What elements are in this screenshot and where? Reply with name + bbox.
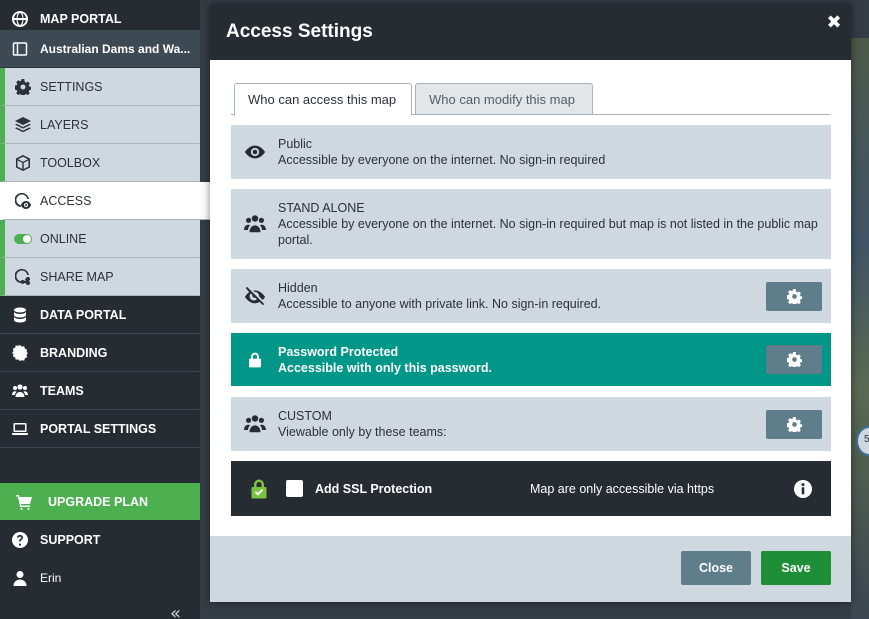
nav-access[interactable]: ACCESS — [0, 182, 212, 220]
custom-settings-button[interactable] — [766, 409, 822, 439]
access-option-standalone[interactable]: STAND ALONE Accessible by everyone on th… — [231, 189, 831, 259]
map-satellite-view[interactable] — [851, 38, 869, 619]
nav-label: SETTINGS — [40, 79, 103, 94]
access-option-custom[interactable]: CUSTOM Viewable only by these teams: — [231, 397, 831, 451]
option-title: STAND ALONE — [278, 201, 365, 215]
nav-settings[interactable]: SETTINGS — [0, 68, 200, 106]
nav-label: DATA PORTAL — [40, 307, 127, 322]
option-title: Password Protected — [278, 344, 399, 359]
upgrade-plan-button[interactable]: UPGRADE PLAN — [0, 483, 200, 520]
password-settings-button[interactable] — [766, 345, 822, 374]
gear-icon — [786, 352, 802, 367]
nav-label: LAYERS — [40, 117, 89, 132]
globe-eye-icon — [5, 192, 40, 209]
option-description: Accessible to anyone with private link. … — [278, 297, 602, 311]
database-icon — [0, 307, 40, 323]
user-name: Erin — [40, 571, 62, 585]
modal-header: Access Settings ✖ — [210, 4, 851, 60]
option-description: Accessible by everyone on the internet. … — [278, 217, 818, 247]
laptop-icon — [0, 421, 40, 437]
map-cluster-count: 5 — [864, 434, 869, 445]
option-description: Accessible by everyone on the internet. … — [278, 153, 606, 167]
close-icon[interactable]: ✖ — [825, 13, 843, 31]
users-icon — [231, 413, 278, 435]
nav-branding[interactable]: BRANDING — [0, 334, 200, 372]
option-title: CUSTOM — [278, 409, 332, 423]
cart-icon — [0, 494, 48, 510]
nav-label: TEAMS — [40, 383, 84, 398]
info-icon[interactable] — [793, 479, 813, 499]
nav-label: TOOLBOX — [40, 155, 101, 170]
gear-icon — [5, 78, 40, 95]
nav-label: SHARE MAP — [40, 269, 114, 284]
map-book-icon — [0, 41, 40, 57]
nav-label: SUPPORT — [40, 533, 101, 547]
tab-who-can-access[interactable]: Who can access this map — [234, 83, 412, 116]
toggle-on-icon — [5, 233, 40, 244]
option-title: Public — [278, 137, 313, 151]
access-option-public[interactable]: Public Accessible by everyone on the int… — [231, 125, 831, 179]
access-option-hidden[interactable]: Hidden Accessible to anyone with private… — [231, 269, 831, 323]
option-title: Hidden — [278, 281, 318, 295]
option-description: Viewable only by these teams: — [278, 425, 447, 439]
option-description: Accessible with only this password. — [278, 360, 492, 375]
nav-label: ONLINE — [40, 231, 87, 246]
globe-icon — [0, 10, 40, 27]
ssl-label: Add SSL Protection — [315, 481, 433, 496]
nav-layers[interactable]: LAYERS — [0, 106, 200, 144]
question-circle-icon — [0, 532, 40, 548]
nav-label: Australian Dams and Wa... — [40, 41, 191, 56]
tab-who-can-modify[interactable]: Who can modify this map — [415, 83, 593, 115]
lock-icon — [231, 351, 278, 369]
access-settings-modal: Access Settings ✖ Who can access this ma… — [210, 4, 851, 602]
gear-icon — [786, 416, 802, 432]
nav-label: ACCESS — [40, 193, 92, 208]
nav-share-map[interactable]: SHARE MAP — [0, 258, 200, 296]
cube-icon — [5, 154, 40, 171]
modal-footer: Close Save — [210, 536, 851, 602]
save-button[interactable]: Save — [761, 551, 831, 585]
nav-online[interactable]: ONLINE — [0, 220, 200, 258]
nav-support[interactable]: SUPPORT — [0, 521, 200, 559]
eye-icon — [231, 141, 278, 163]
users-icon — [0, 383, 40, 399]
gear-icon — [786, 288, 802, 304]
layers-icon — [5, 116, 40, 133]
nav-label: BRANDING — [40, 345, 108, 360]
nav-label: UPGRADE PLAN — [48, 494, 149, 509]
nav-label: PORTAL SETTINGS — [40, 421, 157, 436]
nav-toolbox[interactable]: TOOLBOX — [0, 144, 200, 182]
ssl-checkbox[interactable] — [286, 480, 303, 497]
nav-current-map[interactable]: Australian Dams and Wa... — [0, 30, 200, 68]
eye-slash-icon — [231, 285, 278, 307]
ssl-description: Map are only accessible via https — [530, 481, 715, 496]
close-button[interactable]: Close — [681, 551, 751, 585]
users-icon — [231, 213, 278, 235]
modal-title: Access Settings — [226, 21, 373, 42]
badge-icon — [0, 344, 40, 361]
user-icon — [0, 570, 40, 586]
ssl-lock-icon — [231, 479, 286, 499]
nav-portal-settings[interactable]: PORTAL SETTINGS — [0, 410, 200, 448]
tab-bar: Who can access this map Who can modify t… — [231, 83, 830, 116]
ssl-protection-bar: Add SSL Protection Map are only accessib… — [231, 461, 831, 516]
hidden-settings-button[interactable] — [766, 281, 822, 311]
access-option-password-protected[interactable]: Password Protected Accessible with only … — [231, 333, 831, 386]
nav-teams[interactable]: TEAMS — [0, 372, 200, 410]
globe-share-icon — [5, 268, 40, 285]
nav-label: MAP PORTAL — [40, 11, 122, 26]
nav-user-profile[interactable]: Erin — [0, 559, 200, 597]
nav-data-portal[interactable]: DATA PORTAL — [0, 296, 200, 334]
collapse-sidebar-icon[interactable]: « — [170, 603, 181, 619]
sidebar: MAP PORTAL Australian Dams and Wa... SET… — [0, 0, 212, 619]
